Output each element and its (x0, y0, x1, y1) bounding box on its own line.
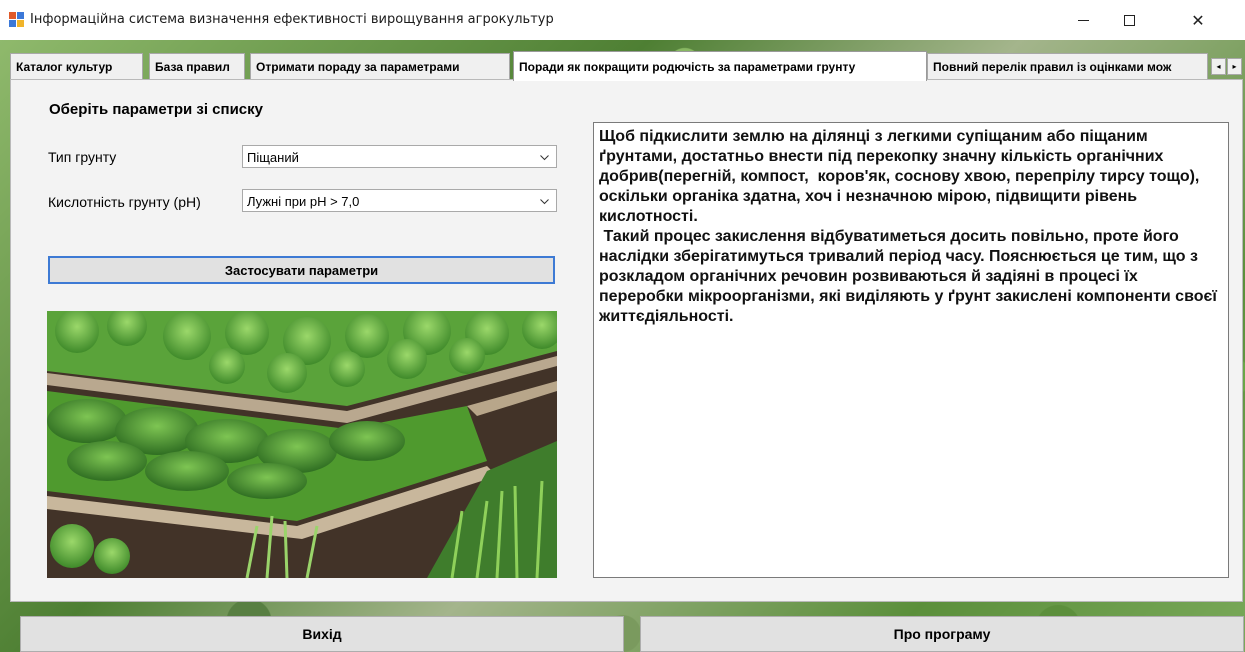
tab-rule-base[interactable]: База правил (149, 53, 245, 79)
soil-type-label: Тип грунту (48, 149, 117, 165)
tab-full-rule-list[interactable]: Повний перелік правил із оцінками мож (927, 53, 1208, 79)
advice-text: Щоб підкислити землю на ділянці з легким… (599, 128, 1217, 325)
close-icon[interactable]: ✕ (1175, 0, 1221, 40)
about-button[interactable]: Про програму (640, 616, 1244, 652)
advice-text-box[interactable]: Щоб підкислити землю на ділянці з легким… (593, 122, 1229, 578)
tab-scroll-right-icon[interactable]: ▸ (1227, 58, 1242, 75)
acidity-label: Кислотність грунту (pH) (48, 194, 201, 210)
minimize-icon[interactable] (1060, 0, 1106, 40)
chevron-down-icon[interactable] (540, 153, 549, 162)
tab-fertility-advice[interactable]: Поради як покращити родючість за парамет… (513, 51, 927, 81)
tab-strip: Каталог культур База правил Отримати пор… (10, 51, 1243, 81)
soil-type-select[interactable]: Піщаний (242, 145, 557, 168)
tab-scroll-left-icon[interactable]: ◂ (1211, 58, 1226, 75)
vegetable-garden-image (47, 311, 557, 578)
tab-get-advice[interactable]: Отримати пораду за параметрами (250, 53, 510, 79)
soil-type-value: Піщаний (247, 150, 299, 165)
maximize-icon[interactable] (1106, 0, 1152, 40)
acidity-value: Лужні при pH > 7,0 (247, 194, 360, 209)
title-bar: Інформаційна система визначення ефективн… (0, 0, 1245, 40)
section-title: Оберіть параметри зі списку (49, 101, 263, 118)
app-icon (9, 12, 25, 28)
exit-button[interactable]: Вихід (20, 616, 624, 652)
apply-parameters-button[interactable]: Застосувати параметри (48, 256, 555, 284)
tab-page-fertility: Оберіть параметри зі списку Тип грунту П… (10, 79, 1243, 602)
tab-crop-catalog[interactable]: Каталог культур (10, 53, 143, 79)
window-title: Інформаційна система визначення ефективн… (30, 12, 554, 27)
acidity-select[interactable]: Лужні при pH > 7,0 (242, 189, 557, 212)
chevron-down-icon[interactable] (540, 197, 549, 206)
